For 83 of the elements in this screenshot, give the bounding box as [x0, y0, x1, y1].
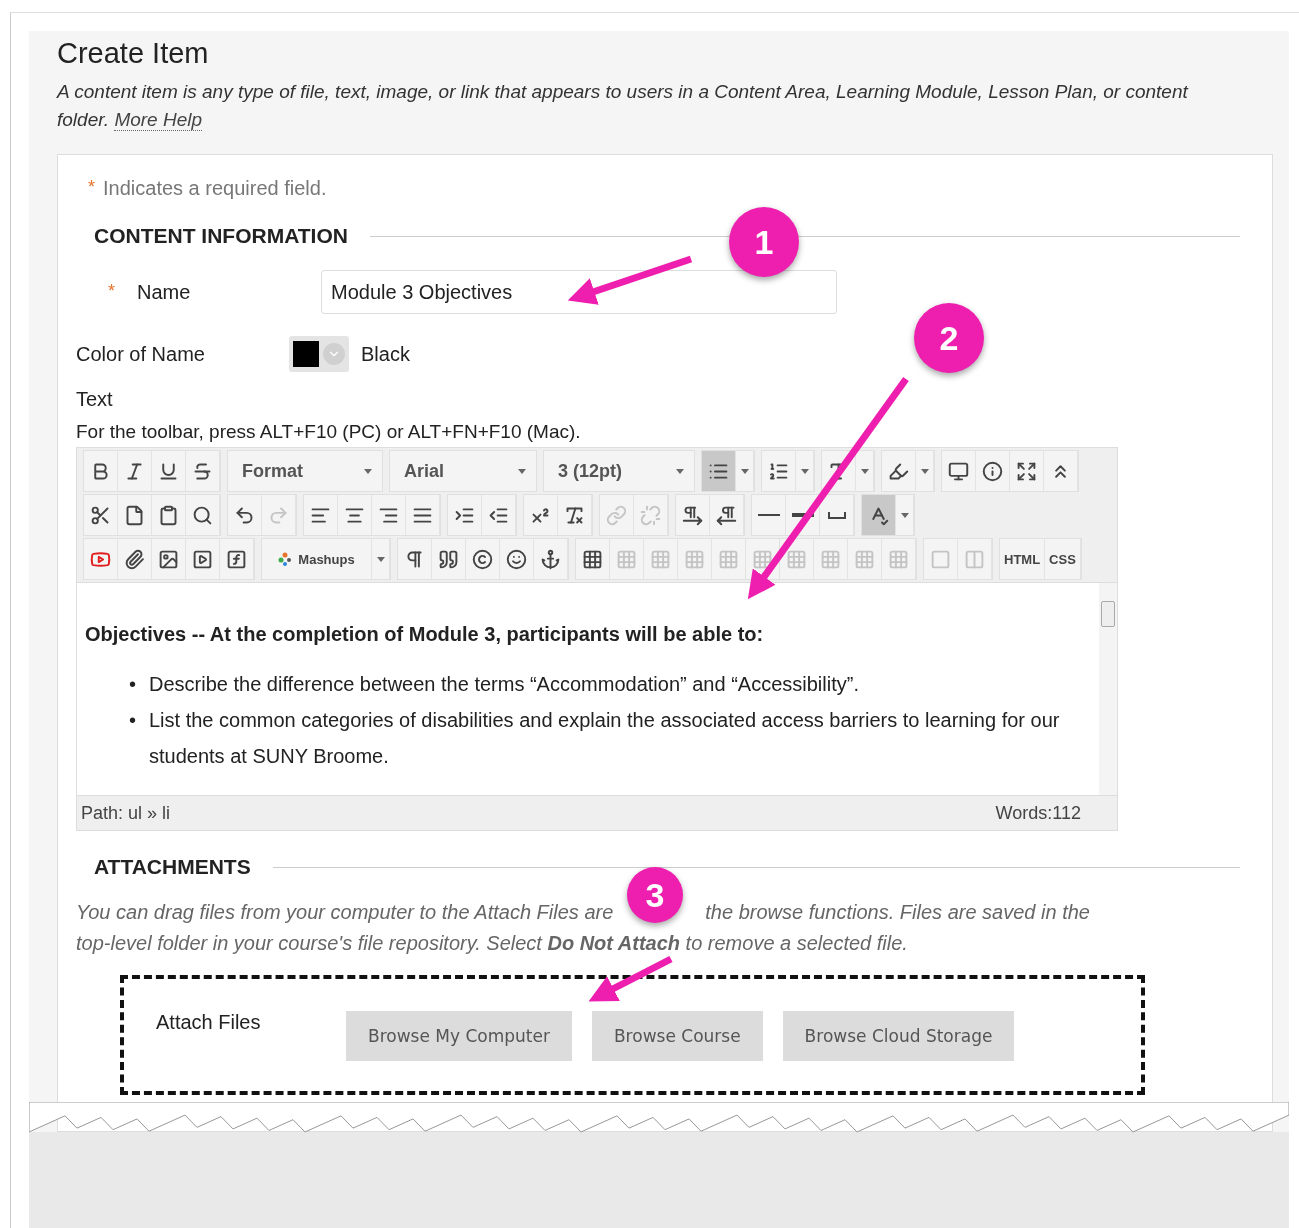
caret-icon [364, 468, 372, 474]
toolbar-dropdown[interactable]: Format [228, 451, 382, 491]
code-view-button[interactable]: CSS [1045, 539, 1081, 579]
bullet: • [129, 672, 137, 697]
caret-icon [800, 468, 809, 474]
section-heading: CONTENT INFORMATION [94, 224, 348, 248]
caret-icon [676, 468, 684, 474]
code-view-button[interactable]: HTML [1000, 539, 1046, 579]
caret-icon [376, 556, 385, 562]
square-icon [930, 548, 951, 570]
attachments-note: top-level folder in your course's file repository. Select Do Not Attach to remove a selected file. [76, 931, 908, 956]
content-heading: Objectives -- At the completion of Module 3, participants will be able to: [85, 623, 765, 646]
search-icon [192, 504, 213, 526]
table-column-icon [718, 548, 739, 570]
image-icon [158, 548, 179, 570]
section-heading: ATTACHMENTS [94, 855, 251, 879]
page-description: A content item is any type of file, text, image, or link that appears to users in a Content Area, Learning Module, Lesson Plan, or content folder. More Help [57, 80, 1190, 133]
text-editor[interactable] [76, 447, 1118, 831]
bullet: • [129, 708, 137, 733]
unlink-icon [640, 504, 661, 526]
scrollbar[interactable] [1099, 583, 1117, 795]
attachments-note: You can drag files from your computer to the Attach Files are [76, 900, 614, 925]
table-cell-icon [888, 548, 909, 570]
caret-icon [740, 468, 749, 474]
table-cell-icon [820, 548, 841, 570]
caret-icon [860, 468, 869, 474]
browse-button[interactable]: Browse My Computer [346, 1011, 572, 1061]
list-item: Describe the difference between the terms “Accommodation” and “Accessibility”. [149, 672, 859, 697]
browse-button[interactable]: Browse Course [591, 1011, 763, 1061]
toolbar-hint: For the toolbar, press ALT+F10 (PC) or ALT+FN+F10 (Mac). [76, 421, 582, 443]
field-label: Color of Name [76, 342, 205, 366]
copyright-icon [472, 548, 493, 570]
nonbreaking-space-icon [827, 511, 846, 519]
caret-icon [518, 468, 526, 474]
preview-icon [948, 460, 969, 482]
field-label: Name [137, 280, 191, 304]
required-mark: * [108, 280, 115, 303]
mashups-button[interactable]: Mashups [262, 539, 372, 579]
dots-icon [278, 552, 293, 566]
media-icon [192, 548, 213, 570]
table-column-icon [786, 548, 807, 570]
browse-button[interactable]: Browse Cloud Storage [782, 1011, 1015, 1061]
toolbar-dropdown[interactable]: Arial [390, 451, 536, 491]
columns-icon [964, 548, 985, 570]
table-column-icon [752, 548, 773, 570]
info-icon [982, 460, 1003, 482]
table-row-icon [684, 548, 705, 570]
paste-icon [158, 504, 179, 526]
name-field[interactable]: Module 3 Objectives [321, 270, 837, 314]
caret-icon [323, 343, 345, 365]
ltr-icon [682, 504, 703, 526]
page-title: Create Item [57, 37, 210, 70]
formula-icon [226, 548, 247, 570]
required-mark: * [88, 177, 95, 199]
link-icon [606, 504, 627, 526]
horizontal-rule-icon [757, 514, 780, 516]
smiley-icon [506, 548, 527, 570]
table-cell-icon [854, 548, 875, 570]
help-link[interactable]: More Help [114, 109, 203, 131]
attach-icon [124, 548, 145, 570]
table-row-icon [650, 548, 671, 570]
table-icon [582, 548, 603, 570]
table-row-icon [616, 548, 637, 570]
cut-icon [90, 504, 111, 526]
field-label: Text [76, 388, 114, 411]
word-count: Words:112 [995, 802, 1081, 824]
fullscreen-icon [1016, 460, 1037, 482]
color-value: Black [361, 342, 410, 366]
color-picker[interactable] [289, 336, 349, 372]
toolbar-dropdown[interactable]: 3 (12pt) [544, 451, 694, 491]
rtl-icon [716, 504, 737, 526]
caret-icon [920, 468, 929, 474]
spellcheck-button[interactable] [862, 495, 896, 535]
quote-icon [438, 548, 459, 570]
copy-icon [124, 504, 145, 526]
list-item: List the common categories of disabilities and explain the associated access barriers to learning for our students at SUNY Broome. [149, 708, 1061, 769]
caret-icon [900, 512, 909, 518]
anchor-icon [540, 548, 561, 570]
bullet-list-button[interactable] [702, 451, 736, 491]
field-label: Attach Files [156, 1011, 262, 1034]
required-note: Indicates a required field. [103, 177, 327, 200]
element-path: Path: ul » li [81, 802, 171, 824]
attachments-note: the browse functions. Files are saved in the [705, 900, 1090, 925]
